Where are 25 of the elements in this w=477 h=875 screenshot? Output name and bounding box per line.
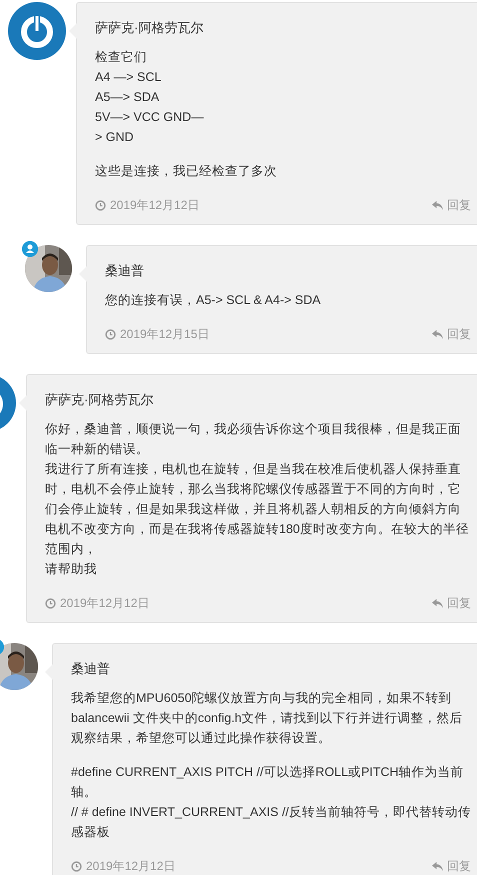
reply-button[interactable]: 回复 (432, 858, 471, 875)
comment-text: 这些是连接，我已经检查了多次 (95, 163, 278, 180)
comment-text: #define CURRENT_AXIS PITCH //可以选择ROLL或PITCH轴作为当前轴。 (71, 764, 465, 801)
comment-text: 我希望您的MPU6050陀螺仪放置方向与我的完全相同，如果不转到balancewii 文件夹中的config.h文件，请找到以下行并进行调整，然后观察结果，希望您可以通过此操作获得设置。 (71, 690, 464, 747)
comment-text: 5V—> VCC GND— (95, 109, 205, 126)
reply-button[interactable]: 回复 (432, 197, 471, 214)
comment-date: 2019年12月15日 (105, 326, 210, 343)
comment-text: 我进行了所有连接，电机也在旋转，但是当我在校准后使机器人保持垂直时，电机不会停止旋转，那么当我将陀螺仪传感器置于不同的方向时，它们会停止旋转，但是如果我这样做，并且将机器人朝相反的方向倾斜方向电机不改变方向，而是在我将传感器旋转180度时改变方向。在较大的半径范围内， (45, 461, 470, 558)
comment-author: 桑迪普 (71, 660, 111, 678)
comment-text: > GND (95, 129, 135, 146)
comment-text: A4 —> SCL (95, 69, 162, 86)
comment-text: 你好，桑迪普，顺便说一句，我必须告诉你这个项目我很棒，但是我正面临一种新的错误。 (45, 421, 462, 458)
reply-button[interactable]: 回复 (432, 595, 471, 612)
comment-author: 桑迪普 (105, 262, 145, 280)
comment-date: 2019年12月12日 (95, 197, 200, 214)
reply-button[interactable]: 回复 (432, 326, 471, 343)
comment-text: // # define INVERT_CURRENT_AXIS //反转当前轴符号，即代替转动传感器板 (71, 804, 471, 841)
comment-date: 2019年12月12日 (45, 595, 150, 612)
comment-author: 萨萨克·阿格劳瓦尔 (45, 391, 154, 409)
comment-text: 您的连接有误，A5-> SCL & A4-> SDA (105, 292, 322, 309)
comment-text: 检查它们 (95, 49, 148, 66)
comment-text: 请帮助我 (45, 561, 98, 578)
comment-author: 萨萨克·阿格劳瓦尔 (95, 19, 204, 37)
comment-text: A5—> SDA (95, 89, 160, 106)
comment-date: 2019年12月12日 (71, 858, 176, 875)
